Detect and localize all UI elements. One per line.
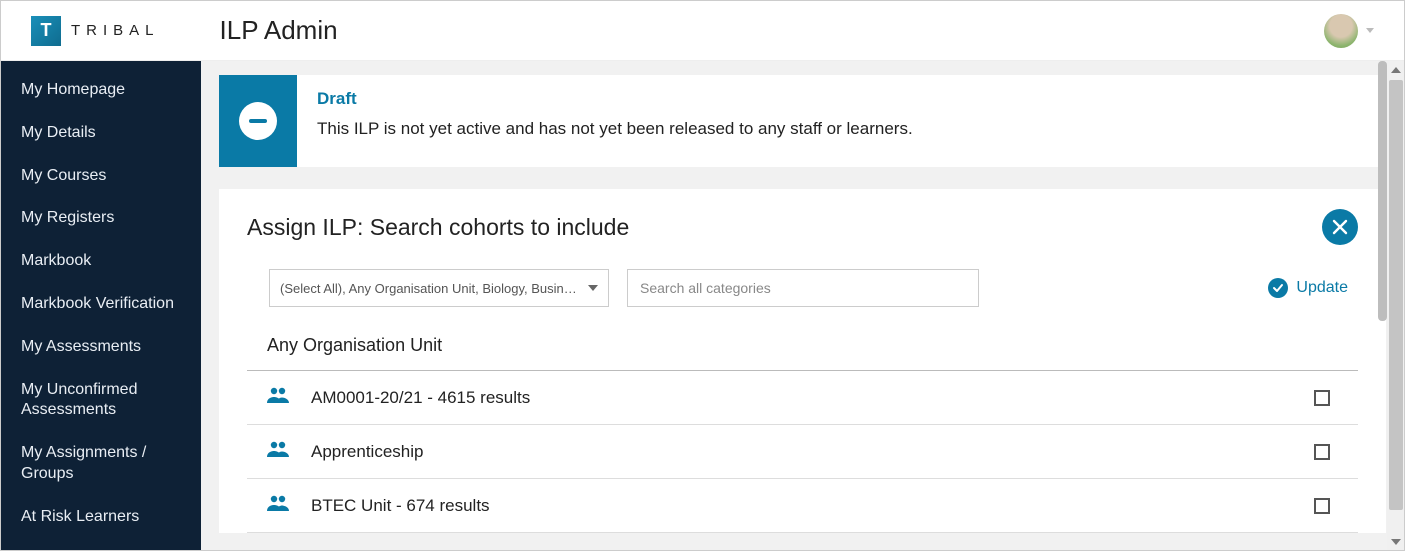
update-label: Update — [1296, 279, 1348, 297]
assign-ilp-panel: Assign ILP: Search cohorts to include (S… — [219, 189, 1386, 533]
user-avatar[interactable] — [1324, 14, 1358, 48]
cohort-row[interactable]: AM0001-20/21 - 4615 results — [247, 371, 1358, 425]
user-menu-caret-icon[interactable] — [1366, 28, 1374, 33]
check-circle-icon — [1268, 278, 1288, 298]
cohort-row[interactable]: BTEC Unit - 674 results — [247, 479, 1358, 533]
people-icon — [267, 387, 289, 408]
sidebar-item-at-risk-learners[interactable]: At Risk Learners — [1, 496, 201, 539]
cohort-row[interactable]: Apprenticeship — [247, 425, 1358, 479]
cohort-row-label: BTEC Unit - 674 results — [311, 496, 490, 516]
cohort-checkbox[interactable] — [1314, 498, 1330, 514]
people-icon — [267, 495, 289, 516]
sidebar-item-my-assessments[interactable]: My Assessments — [1, 326, 201, 369]
category-select[interactable]: (Select All), Any Organisation Unit, Bio… — [269, 269, 609, 307]
sidebar-item-my-unconfirmed-assessments[interactable]: My Unconfirmed Assessments — [1, 369, 201, 433]
status-banner: Draft This ILP is not yet active and has… — [219, 75, 1386, 167]
cohort-row-label: Apprenticeship — [311, 442, 423, 462]
scroll-up-icon[interactable] — [1387, 61, 1404, 78]
logo-text: TRIBAL — [71, 22, 160, 39]
sidebar-nav: My Homepage My Details My Courses My Reg… — [1, 61, 201, 550]
status-banner-title: Draft — [317, 89, 913, 109]
close-button[interactable] — [1322, 209, 1358, 245]
update-button[interactable]: Update — [1268, 278, 1358, 298]
sidebar-item-markbook-verification[interactable]: Markbook Verification — [1, 283, 201, 326]
sidebar-item-my-details[interactable]: My Details — [1, 112, 201, 155]
outer-scrollbar[interactable] — [1387, 61, 1404, 550]
status-banner-description: This ILP is not yet active and has not y… — [317, 119, 913, 139]
close-icon — [1332, 219, 1348, 235]
minus-circle-icon — [239, 102, 277, 140]
search-input[interactable] — [627, 269, 979, 307]
status-banner-icon-wrap — [219, 75, 297, 167]
scroll-down-icon[interactable] — [1387, 533, 1404, 550]
inner-scrollbar-thumb[interactable] — [1378, 61, 1387, 321]
section-title: Any Organisation Unit — [247, 335, 1358, 371]
cohort-checkbox[interactable] — [1314, 390, 1330, 406]
sidebar-item-my-homepage[interactable]: My Homepage — [1, 69, 201, 112]
scroll-thumb[interactable] — [1389, 80, 1403, 510]
logo-mark: T — [31, 16, 61, 46]
sidebar-item-targets[interactable]: Targets — [1, 539, 201, 550]
app-header: T TRIBAL ILP Admin — [1, 1, 1404, 61]
panel-title: Assign ILP: Search cohorts to include — [247, 214, 629, 241]
cohort-row-label: AM0001-20/21 - 4615 results — [311, 388, 530, 408]
page-title: ILP Admin — [220, 15, 338, 46]
main-content: Draft This ILP is not yet active and has… — [201, 61, 1404, 550]
chevron-down-icon — [588, 285, 598, 291]
people-icon — [267, 441, 289, 462]
category-select-value: (Select All), Any Organisation Unit, Bio… — [280, 281, 580, 296]
sidebar-item-markbook[interactable]: Markbook — [1, 240, 201, 283]
cohort-checkbox[interactable] — [1314, 444, 1330, 460]
sidebar-item-my-courses[interactable]: My Courses — [1, 155, 201, 198]
sidebar-item-my-registers[interactable]: My Registers — [1, 197, 201, 240]
sidebar-item-my-assignments-groups[interactable]: My Assignments / Groups — [1, 432, 201, 496]
